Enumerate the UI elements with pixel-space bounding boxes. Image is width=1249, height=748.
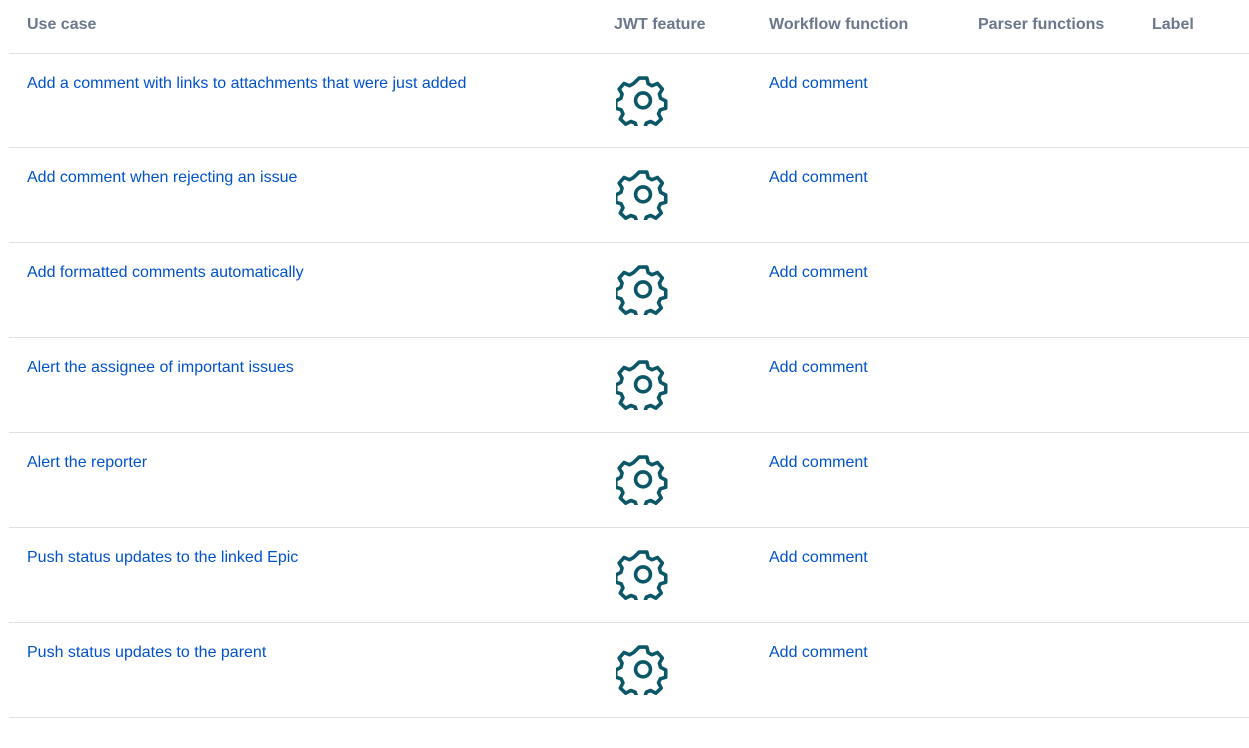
use-case-link[interactable]: Push status updates to the linked Epic	[9, 528, 298, 567]
parser-functions-cell	[963, 242, 1141, 338]
workflow-function-cell: Add comment	[760, 622, 963, 718]
jwt-feature-cell	[596, 432, 760, 528]
workflow-function-link[interactable]: Add comment	[760, 54, 868, 93]
jwt-feature-cell	[596, 337, 760, 433]
table-row: Add a comment with links to attachments …	[9, 53, 1249, 148]
column-header-parser-functions[interactable]: Parser functions	[963, 0, 1141, 54]
use-case-cell: Add formatted comments automatically	[9, 242, 596, 338]
label-cell	[1141, 527, 1249, 623]
column-header-jwt-feature[interactable]: JWT feature	[596, 0, 760, 54]
gear-icon[interactable]	[616, 261, 670, 315]
gear-icon[interactable]	[616, 546, 670, 600]
jwt-feature-cell	[596, 147, 760, 243]
table-row: Push status updates to the parent Add co…	[9, 622, 1249, 718]
workflow-function-link[interactable]: Add comment	[760, 433, 868, 472]
use-case-cell: Alert the assignee of important issues	[9, 337, 596, 433]
workflow-function-cell: Add comment	[760, 527, 963, 623]
label-cell	[1141, 53, 1249, 148]
parser-functions-cell	[963, 53, 1141, 148]
gear-icon[interactable]	[616, 451, 670, 505]
workflow-function-cell: Add comment	[760, 53, 963, 148]
parser-functions-cell	[963, 337, 1141, 433]
table-row: Add comment when rejecting an issue Add …	[9, 147, 1249, 243]
use-case-link[interactable]: Alert the assignee of important issues	[9, 338, 294, 377]
table-row: Alert the reporter Add comment	[9, 432, 1249, 528]
use-case-cell: Push status updates to the parent	[9, 622, 596, 718]
table-row: Alert the assignee of important issues A…	[9, 337, 1249, 433]
table-header-row: Use case JWT feature Workflow function P…	[9, 0, 1249, 54]
parser-functions-cell	[963, 147, 1141, 243]
gear-icon[interactable]	[616, 72, 670, 126]
jwt-feature-cell	[596, 622, 760, 718]
use-case-cell: Add comment when rejecting an issue	[9, 147, 596, 243]
use-case-table: Use case JWT feature Workflow function P…	[9, 0, 1249, 718]
workflow-function-cell: Add comment	[760, 147, 963, 243]
label-cell	[1141, 147, 1249, 243]
use-case-cell: Alert the reporter	[9, 432, 596, 528]
workflow-function-cell: Add comment	[760, 337, 963, 433]
workflow-function-cell: Add comment	[760, 432, 963, 528]
table-row: Add formatted comments automatically Add…	[9, 242, 1249, 338]
parser-functions-cell	[963, 432, 1141, 528]
page: Use case JWT feature Workflow function P…	[0, 0, 1249, 748]
workflow-function-link[interactable]: Add comment	[760, 148, 868, 187]
use-case-link[interactable]: Add comment when rejecting an issue	[9, 148, 297, 187]
workflow-function-link[interactable]: Add comment	[760, 338, 868, 377]
label-cell	[1141, 432, 1249, 528]
table-row: Push status updates to the linked Epic A…	[9, 527, 1249, 623]
column-header-use-case[interactable]: Use case	[9, 0, 596, 54]
use-case-cell: Push status updates to the linked Epic	[9, 527, 596, 623]
use-case-link[interactable]: Alert the reporter	[9, 433, 147, 472]
label-cell	[1141, 242, 1249, 338]
workflow-function-cell: Add comment	[760, 242, 963, 338]
jwt-feature-cell	[596, 242, 760, 338]
column-header-workflow-function[interactable]: Workflow function	[760, 0, 963, 54]
workflow-function-link[interactable]: Add comment	[760, 623, 868, 662]
gear-icon[interactable]	[616, 641, 670, 695]
column-header-label[interactable]: Label	[1141, 0, 1249, 54]
parser-functions-cell	[963, 622, 1141, 718]
label-cell	[1141, 622, 1249, 718]
workflow-function-link[interactable]: Add comment	[760, 528, 868, 567]
parser-functions-cell	[963, 527, 1141, 623]
use-case-link[interactable]: Push status updates to the parent	[9, 623, 266, 662]
workflow-function-link[interactable]: Add comment	[760, 243, 868, 282]
label-cell	[1141, 337, 1249, 433]
jwt-feature-cell	[596, 527, 760, 623]
use-case-link[interactable]: Add a comment with links to attachments …	[9, 54, 466, 93]
use-case-cell: Add a comment with links to attachments …	[9, 53, 596, 148]
gear-icon[interactable]	[616, 356, 670, 410]
gear-icon[interactable]	[616, 166, 670, 220]
jwt-feature-cell	[596, 53, 760, 148]
use-case-link[interactable]: Add formatted comments automatically	[9, 243, 304, 282]
